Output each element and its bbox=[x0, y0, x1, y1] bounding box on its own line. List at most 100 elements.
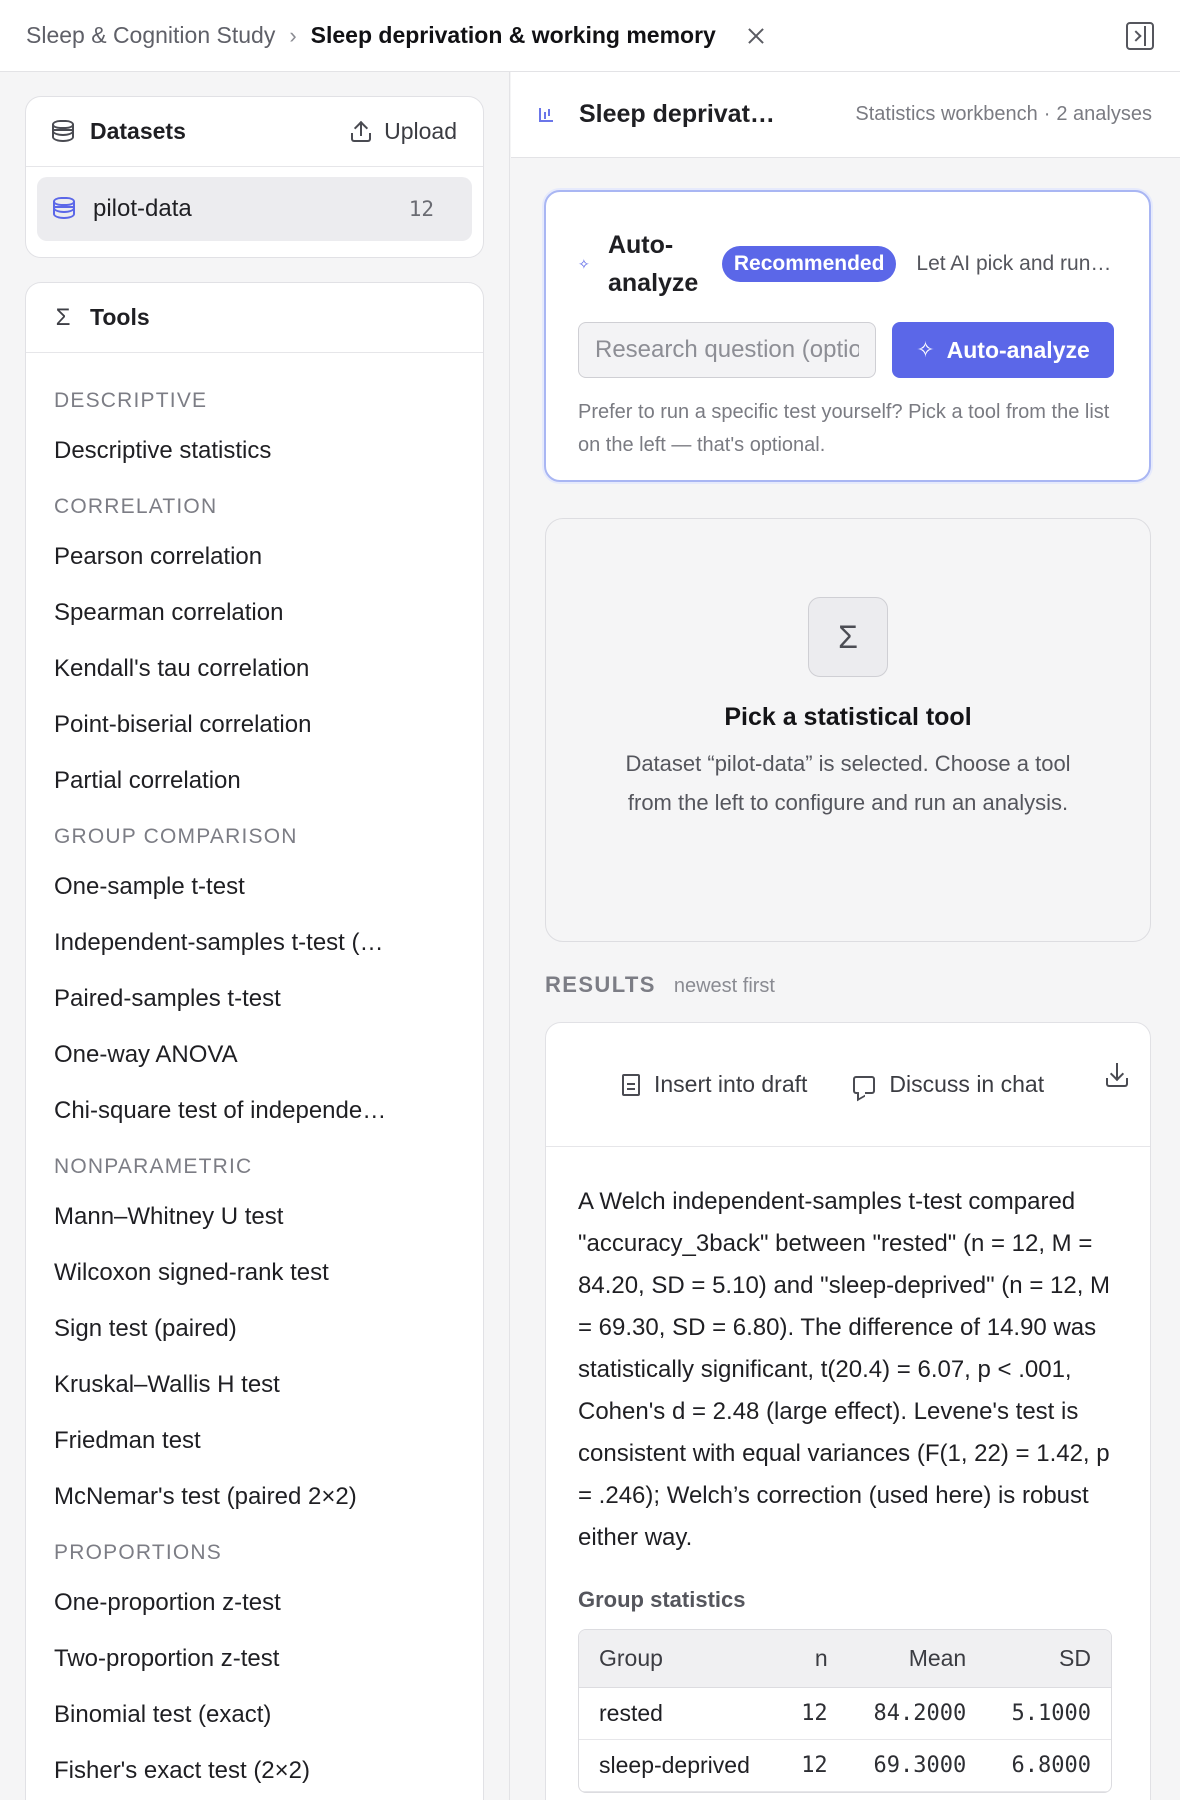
tool-item[interactable]: One-sample t-test bbox=[54, 859, 434, 915]
datasets-header: Datasets Upload bbox=[26, 97, 483, 167]
datasets-title: Datasets bbox=[90, 118, 186, 144]
dataset-name: pilot-data bbox=[93, 195, 192, 222]
close-icon[interactable] bbox=[744, 24, 768, 48]
tools-title: Tools bbox=[90, 304, 150, 330]
main-panel: Sleep deprivat… Statistics workbench · 2 a… bbox=[511, 72, 1180, 1800]
cell-group: rested bbox=[579, 1688, 779, 1740]
auto-analyze-button[interactable]: ✧ Auto-analyze bbox=[892, 322, 1114, 378]
column-header-n: n bbox=[778, 1630, 848, 1688]
tool-item[interactable]: McNemar's test (paired 2×2) bbox=[54, 1469, 434, 1525]
tool-item[interactable]: Spearman correlation bbox=[54, 585, 434, 641]
cell-sd: 5.1000 bbox=[986, 1688, 1111, 1740]
pick-tool-description: Dataset “pilot-data” is selected. Choose… bbox=[625, 751, 1071, 815]
result-actions: Insert into draft Discuss in chat bbox=[546, 1023, 1150, 1147]
tool-item[interactable]: Fisher's exact test (2×2) bbox=[54, 1743, 434, 1799]
result-body: A Welch independent-samples t-test compa… bbox=[546, 1147, 1150, 1793]
document-icon bbox=[622, 1073, 640, 1096]
chat-bubble-icon bbox=[853, 1075, 876, 1094]
tools-card: Σ Tools DESCRIPTIVE Descriptive statisti… bbox=[25, 282, 484, 1800]
results-label: RESULTS bbox=[545, 972, 656, 997]
meta-separator: · bbox=[1043, 103, 1051, 125]
database-icon bbox=[53, 197, 75, 221]
insert-into-draft-button[interactable]: Insert into draft bbox=[622, 1071, 807, 1098]
sparkle-icon: ✧ bbox=[916, 337, 935, 362]
column-header-group: Group bbox=[579, 1630, 779, 1688]
analysis-count: 2 analyses bbox=[1056, 103, 1152, 125]
auto-analyze-title: Auto-analyze bbox=[607, 231, 699, 297]
breadcrumb-separator-icon: › bbox=[289, 22, 297, 48]
top-header: Sleep & Cognition Study › Sleep deprivat… bbox=[0, 0, 1180, 72]
breadcrumb-current: Sleep deprivation & working memory bbox=[310, 22, 716, 48]
tool-item[interactable]: One-way ANOVA bbox=[54, 1027, 434, 1083]
main-header: Sleep deprivat… Statistics workbench · 2 a… bbox=[511, 72, 1180, 158]
tool-item[interactable]: Friedman test bbox=[54, 1413, 434, 1469]
tool-section-label: CORRELATION bbox=[54, 495, 218, 518]
breadcrumb-parent[interactable]: Sleep & Cognition Study bbox=[26, 22, 275, 49]
tool-item[interactable]: Mann–Whitney U test bbox=[54, 1189, 434, 1245]
tool-item[interactable]: Kruskal–Wallis H test bbox=[54, 1357, 434, 1413]
results-header: RESULTS newest first bbox=[545, 972, 775, 998]
tool-item[interactable]: Sign test (paired) bbox=[54, 1301, 434, 1357]
dataset-item-pilot-data[interactable]: pilot-data 12 bbox=[37, 177, 472, 241]
group-statistics-table: Group n Mean SD rested 12 84.2000 5.1000… bbox=[578, 1629, 1112, 1793]
cell-group: sleep-deprived bbox=[579, 1740, 779, 1792]
table-row: sleep-deprived 12 69.3000 6.8000 bbox=[579, 1740, 1111, 1792]
tool-item[interactable]: Independent-samples t-test (… bbox=[54, 915, 434, 971]
table-row: rested 12 84.2000 5.1000 bbox=[579, 1688, 1111, 1740]
workbench-meta: Statistics workbench · 2 analyses bbox=[855, 103, 1152, 126]
datasets-card: Datasets Upload pilot-data 12 bbox=[25, 96, 484, 258]
tools-header: Σ Tools bbox=[26, 283, 483, 353]
cell-sd: 6.8000 bbox=[986, 1740, 1111, 1792]
tool-section-label: GROUP COMPARISON bbox=[54, 825, 298, 848]
tools-list: DESCRIPTIVE Descriptive statistics CORRE… bbox=[26, 353, 483, 1800]
upload-label: Upload bbox=[384, 118, 457, 144]
tool-item[interactable]: Chi-square test of independe… bbox=[54, 1083, 434, 1139]
cell-n: 12 bbox=[778, 1688, 848, 1740]
tool-section-label: DESCRIPTIVE bbox=[54, 389, 208, 412]
tool-item[interactable]: Kendall's tau correlation bbox=[54, 641, 434, 697]
recommended-badge: Recommended bbox=[721, 246, 897, 282]
dataset-row-count: 12 bbox=[408, 197, 434, 221]
analysis-title: Sleep deprivat… bbox=[579, 100, 775, 128]
tool-item[interactable]: Point-biserial correlation bbox=[54, 697, 434, 753]
column-header-mean: Mean bbox=[847, 1630, 987, 1688]
tool-item[interactable]: Pearson correlation bbox=[54, 529, 434, 585]
insert-into-draft-label: Insert into draft bbox=[654, 1071, 808, 1097]
results-sort-label: newest first bbox=[673, 975, 775, 997]
auto-analyze-button-label: Auto-analyze bbox=[946, 336, 1090, 363]
discuss-in-chat-button[interactable]: Discuss in chat bbox=[853, 1071, 1044, 1098]
result-summary: A Welch independent-samples t-test compa… bbox=[578, 1188, 1111, 1551]
cell-mean: 69.3000 bbox=[847, 1740, 987, 1792]
tool-item[interactable]: Two-proportion z-test bbox=[54, 1631, 434, 1687]
tool-section-label: NONPARAMETRIC bbox=[54, 1155, 253, 1178]
tool-item[interactable]: Partial correlation bbox=[54, 753, 434, 809]
sigma-icon: Σ bbox=[808, 597, 888, 677]
cell-mean: 84.2000 bbox=[847, 1688, 987, 1740]
workbench-label: Statistics workbench bbox=[855, 103, 1038, 125]
sparkle-icon: ✧ bbox=[578, 255, 590, 272]
tool-item[interactable]: One-proportion z-test bbox=[54, 1575, 434, 1631]
result-card: Insert into draft Discuss in chat A Welc… bbox=[545, 1022, 1151, 1800]
pick-tool-placeholder: Σ Pick a statistical tool Dataset “pilot… bbox=[545, 518, 1151, 942]
tool-item[interactable]: Wilcoxon signed-rank test bbox=[54, 1245, 434, 1301]
tool-item[interactable]: Descriptive statistics bbox=[54, 423, 434, 479]
upload-icon bbox=[350, 120, 372, 143]
discuss-in-chat-label: Discuss in chat bbox=[889, 1071, 1045, 1097]
upload-button[interactable]: Upload bbox=[350, 118, 457, 145]
sigma-icon: Σ bbox=[55, 303, 71, 331]
auto-analyze-hint: Prefer to run a specific test yourself? … bbox=[578, 401, 1110, 456]
panel-toggle-icon[interactable] bbox=[1126, 22, 1154, 50]
tool-section-label: PROPORTIONS bbox=[54, 1541, 223, 1564]
column-header-sd: SD bbox=[986, 1630, 1111, 1688]
cell-n: 12 bbox=[778, 1740, 848, 1792]
tool-item[interactable]: Paired-samples t-test bbox=[54, 971, 434, 1027]
bar-chart-icon bbox=[539, 107, 553, 122]
tool-item[interactable]: Binomial test (exact) bbox=[54, 1687, 434, 1743]
auto-analyze-description: Let AI pick and run … bbox=[916, 252, 1117, 275]
research-question-input[interactable] bbox=[578, 322, 876, 378]
database-icon bbox=[52, 119, 74, 144]
download-icon[interactable] bbox=[1106, 1063, 1128, 1087]
table-header-row: Group n Mean SD bbox=[579, 1630, 1111, 1688]
sidebar: Datasets Upload pilot-data 12 Σ Tools DE… bbox=[0, 72, 510, 1800]
group-statistics-title: Group statistics bbox=[578, 1587, 746, 1612]
